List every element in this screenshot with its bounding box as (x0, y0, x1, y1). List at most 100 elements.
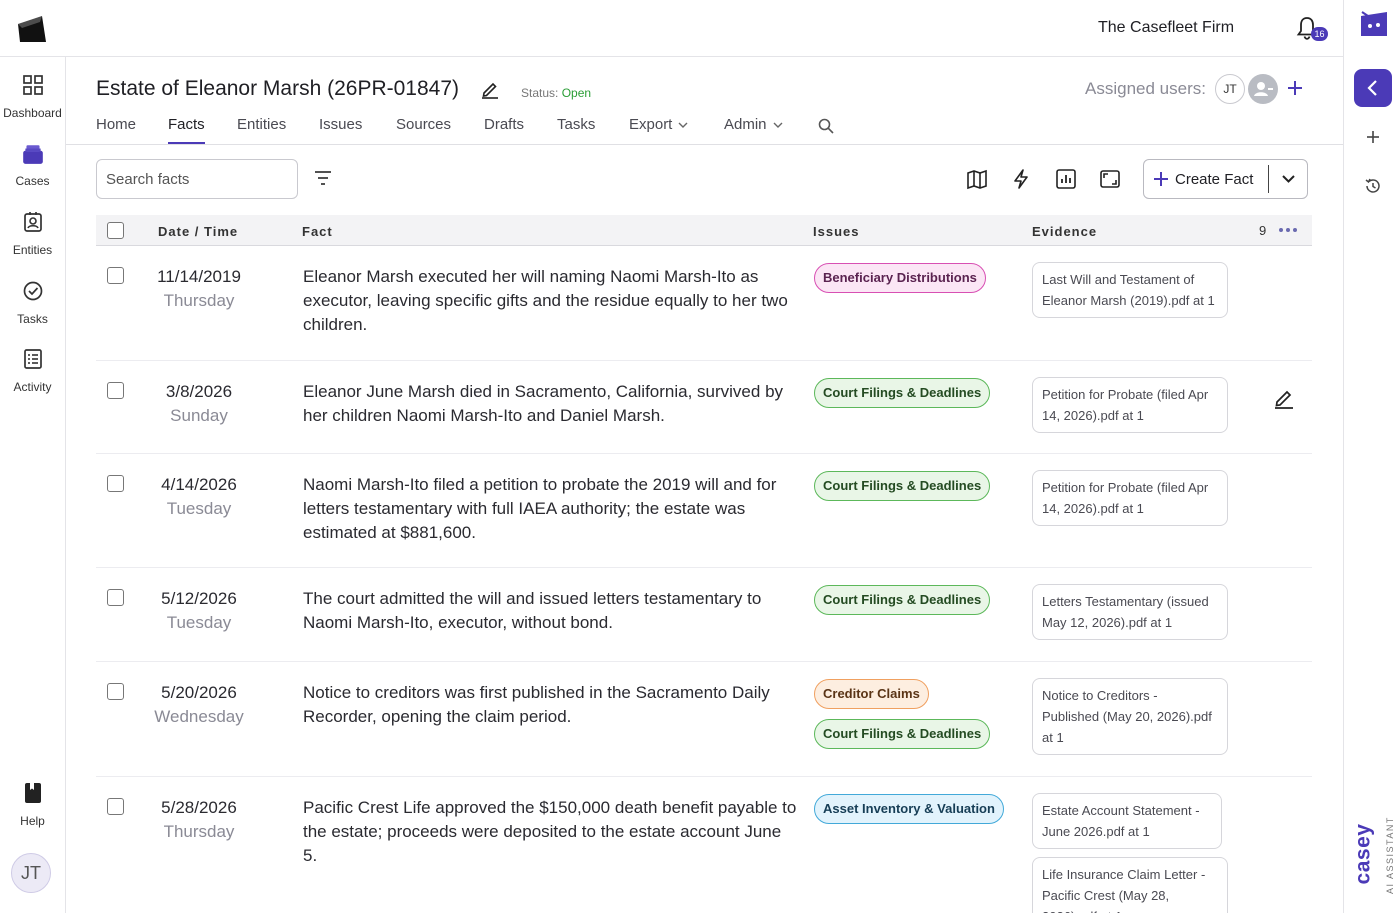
tab-export[interactable]: Export (629, 116, 688, 145)
tab-facts[interactable]: Facts (168, 116, 205, 145)
casey-subtitle: AI ASSISTANT (1385, 816, 1395, 894)
nav-label: Entities (12, 243, 53, 257)
issue-chip[interactable]: Court Filings & Deadlines (814, 471, 991, 501)
row-checkbox[interactable] (107, 475, 124, 492)
issue-chip[interactable]: Court Filings & Deadlines (814, 378, 991, 408)
tab-label: Drafts (484, 116, 525, 133)
fact-text: The court admitted the will and issued l… (303, 589, 762, 632)
add-user-icon[interactable] (1285, 78, 1305, 98)
row-checkbox[interactable] (107, 267, 124, 284)
evidence-list: Letters Testamentary (issued May 12, 202… (1032, 584, 1228, 648)
tab-home[interactable]: Home (96, 116, 136, 145)
issue-chip[interactable]: Asset Inventory & Valuation (814, 794, 1004, 824)
tab-drafts[interactable]: Drafts (484, 116, 524, 145)
issue-chip[interactable]: Beneficiary Distributions (814, 263, 986, 293)
row-checkbox[interactable] (107, 798, 124, 815)
tab-label: Issues (319, 116, 363, 133)
issue-chip[interactable]: Creditor Claims (814, 679, 929, 709)
fact-date: 11/14/2019 Thursday (132, 265, 266, 313)
row-checkbox[interactable] (107, 683, 124, 700)
tab-label: Sources (396, 116, 452, 133)
chevron-down-icon (678, 122, 688, 129)
evidence-link[interactable]: Petition for Probate (filed Apr 14, 2026… (1032, 470, 1228, 526)
select-all-checkbox[interactable] (107, 222, 124, 239)
evidence-link[interactable]: Petition for Probate (filed Apr 14, 2026… (1032, 377, 1228, 433)
assigned-users-label: Assigned users: (1085, 79, 1206, 98)
user-avatar[interactable]: JT (11, 853, 51, 893)
casefleet-logo[interactable] (16, 14, 48, 44)
nav-item-entities[interactable]: Entities (0, 211, 65, 257)
filter-icon[interactable] (313, 169, 333, 187)
tab-tasks[interactable]: Tasks (557, 116, 595, 145)
plus-icon (1154, 172, 1168, 186)
search-facts-input[interactable] (96, 159, 298, 199)
activity-list-icon (23, 349, 42, 369)
issue-chip[interactable]: Court Filings & Deadlines (814, 585, 991, 615)
table-row[interactable]: 4/14/2026 Tuesday Naomi Marsh-Ito filed a… (96, 454, 1312, 568)
nav-item-tasks[interactable]: Tasks (0, 280, 65, 326)
column-header-issues[interactable]: Issues (813, 224, 859, 239)
nav-item-activity[interactable]: Activity (0, 348, 65, 394)
column-header-date[interactable]: Date / Time (158, 224, 238, 239)
table-row[interactable]: 5/12/2026 Tuesday The court admitted the … (96, 568, 1312, 662)
nav-label: Activity (13, 380, 52, 394)
report-chart-icon[interactable] (1055, 168, 1077, 190)
table-row[interactable]: 3/8/2026 Sunday Eleanor June Marsh died i… (96, 361, 1312, 454)
more-options-icon[interactable] (1277, 221, 1299, 239)
column-header-evidence[interactable]: Evidence (1032, 224, 1097, 239)
edit-icon[interactable] (1273, 387, 1295, 409)
tab-entities[interactable]: Entities (237, 116, 286, 145)
evidence-link[interactable]: Life Insurance Claim Letter - Pacific Cr… (1032, 857, 1228, 913)
assigned-user-avatar[interactable]: JT (1215, 74, 1245, 104)
evidence-link[interactable]: Last Will and Testament of Eleanor Marsh… (1032, 262, 1228, 318)
evidence-link[interactable]: Notice to Creditors - Published (May 20,… (1032, 678, 1228, 755)
fact-date: 4/14/2026 Tuesday (132, 473, 266, 521)
tab-issues[interactable]: Issues (319, 116, 362, 145)
fullscreen-icon[interactable] (1099, 168, 1121, 190)
nav-item-cases[interactable]: Cases (0, 142, 65, 188)
edit-icon[interactable] (480, 79, 500, 99)
chevron-left-icon (1367, 80, 1377, 96)
fact-text: Pacific Crest Life approved the $150,000… (303, 798, 797, 865)
table-row[interactable]: 5/20/2026 Wednesday Notice to creditors w… (96, 662, 1312, 777)
evidence-list: Petition for Probate (filed Apr 14, 2026… (1032, 470, 1228, 534)
issue-chip[interactable]: Court Filings & Deadlines (814, 719, 991, 749)
collapse-panel-button[interactable] (1354, 69, 1392, 107)
chevron-down-icon (773, 122, 783, 129)
lightning-icon[interactable] (1010, 168, 1032, 190)
help-book-icon (24, 783, 41, 803)
evidence-link[interactable]: Letters Testamentary (issued May 12, 202… (1032, 584, 1228, 640)
nav-item-help[interactable]: Help (0, 782, 65, 828)
date-value: 11/14/2019 (157, 267, 241, 286)
table-row[interactable]: 11/14/2019 Thursday Eleanor Marsh execute… (96, 246, 1312, 361)
firm-name[interactable]: The Casefleet Firm (1098, 19, 1234, 37)
map-icon[interactable] (966, 168, 988, 190)
assistant-bot-icon[interactable] (1358, 10, 1390, 42)
briefcase-icon (22, 145, 43, 164)
tab-admin[interactable]: Admin (724, 116, 783, 145)
evidence-link[interactable]: Estate Account Statement - June 2026.pdf… (1032, 793, 1222, 849)
notification-badge: 16 (1311, 27, 1328, 41)
chevron-down-icon (1282, 175, 1295, 183)
create-fact-button[interactable]: Create Fact (1144, 160, 1268, 198)
case-status: Status: Open (521, 86, 591, 100)
date-value: 5/12/2026 (161, 589, 237, 608)
create-fact-options-button[interactable] (1269, 160, 1308, 198)
day-of-week: Tuesday (166, 499, 232, 518)
nav-label: Tasks (17, 312, 48, 326)
history-icon[interactable] (1363, 176, 1383, 196)
nav-item-dashboard[interactable]: Dashboard (0, 74, 65, 120)
fact-text: Naomi Marsh-Ito filed a petition to prob… (303, 475, 777, 542)
row-checkbox[interactable] (107, 382, 124, 399)
fact-date: 3/8/2026 Sunday (132, 380, 266, 428)
table-row[interactable]: 5/28/2026 Thursday Pacific Crest Life app… (96, 777, 1312, 913)
date-value: 4/14/2026 (161, 475, 237, 494)
assigned-user-avatar-placeholder[interactable] (1248, 74, 1278, 104)
issue-chips: Asset Inventory & Valuation (814, 794, 1014, 834)
plus-icon[interactable] (1363, 127, 1383, 147)
row-checkbox[interactable] (107, 589, 124, 606)
column-header-fact[interactable]: Fact (302, 224, 333, 239)
fact-text: Eleanor June Marsh died in Sacramento, C… (303, 382, 784, 425)
search-icon[interactable] (818, 118, 834, 134)
tab-sources[interactable]: Sources (396, 116, 451, 145)
